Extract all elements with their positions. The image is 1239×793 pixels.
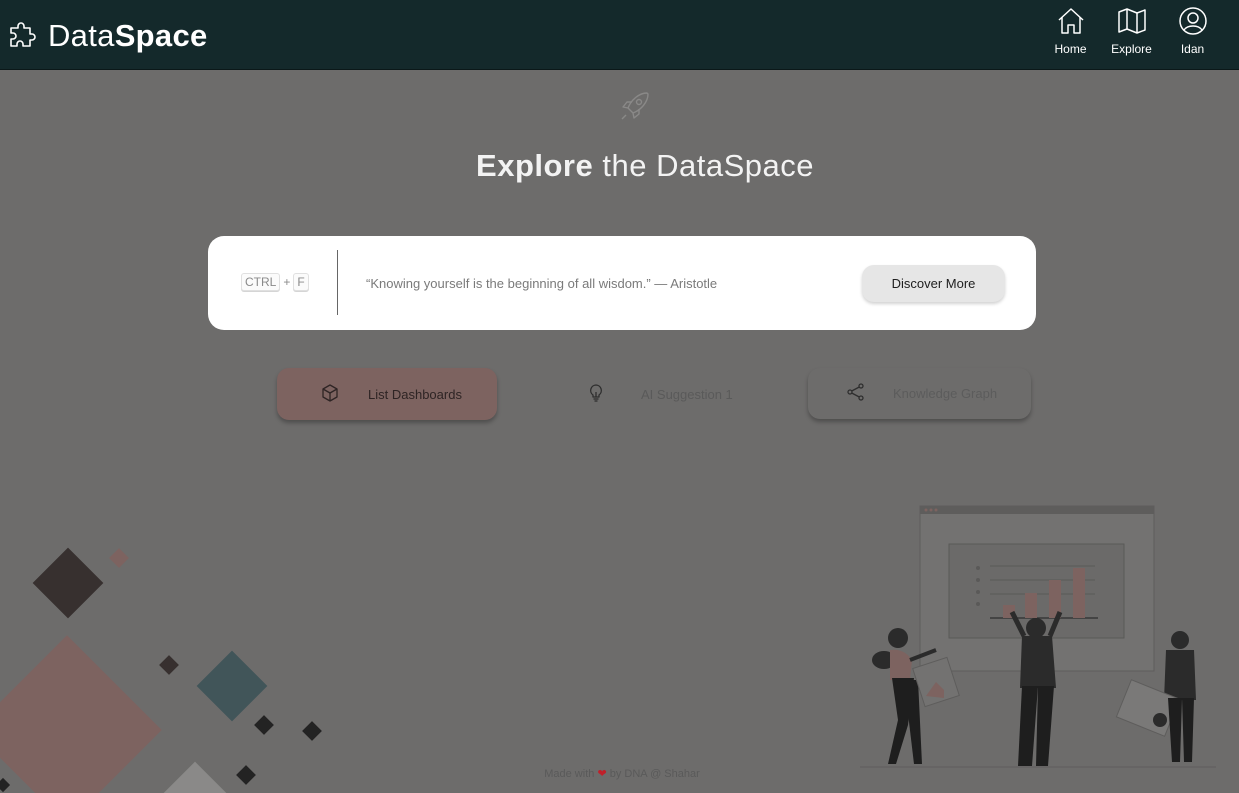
- footer-credit: Made with ❤ by DNA @ Shahar: [0, 767, 1239, 780]
- kbd-f: F: [293, 273, 309, 291]
- nav-explore-label: Explore: [1111, 42, 1152, 56]
- list-dashboards-button[interactable]: List Dashboards: [277, 368, 497, 420]
- list-dashboards-label: List Dashboards: [368, 386, 462, 402]
- cube-icon: [305, 383, 340, 406]
- search-divider: [337, 250, 338, 315]
- brand-prefix: Data: [48, 18, 115, 53]
- nav-explore[interactable]: Explore: [1101, 6, 1162, 56]
- footer-prefix: Made with: [544, 768, 595, 780]
- page-title-rest: the DataSpace: [602, 148, 814, 183]
- discover-more-button[interactable]: Discover More: [862, 265, 1005, 302]
- keyboard-shortcut: CTRL + F: [241, 273, 309, 291]
- nav-user-label: Idan: [1180, 42, 1205, 56]
- lightbulb-icon: [575, 383, 606, 406]
- page-title: Explore the DataSpace: [0, 148, 1239, 184]
- knowledge-graph-label: Knowledge Graph: [893, 386, 998, 401]
- nav-home-label: Home: [1054, 42, 1087, 56]
- share-icon: [835, 382, 866, 405]
- team-dashboard-illustration: [860, 505, 1216, 768]
- decorative-diamonds: [0, 547, 322, 793]
- knowledge-graph-button[interactable]: Knowledge Graph: [808, 368, 1031, 419]
- home-icon: [1056, 6, 1086, 42]
- kbd-ctrl: CTRL: [241, 273, 281, 291]
- ai-suggestion-button[interactable]: AI Suggestion 1: [540, 368, 780, 420]
- search-quote[interactable]: “Knowing yourself is the beginning of al…: [366, 276, 717, 291]
- search-card[interactable]: CTRL + F “Knowing yourself is the beginn…: [208, 236, 1036, 330]
- kbd-plus: +: [283, 275, 291, 289]
- ai-suggestion-label: AI Suggestion 1: [641, 386, 733, 402]
- brand-suffix: Space: [114, 18, 208, 53]
- brand-logo[interactable]: DataSpace: [8, 18, 208, 54]
- footer-suffix: by DNA @ Shahar: [609, 768, 700, 780]
- page-title-bold: Explore: [476, 148, 594, 183]
- top-navbar: DataSpace Home Explore Idan: [0, 0, 1239, 70]
- nav-home[interactable]: Home: [1040, 6, 1101, 56]
- brand-name: DataSpace: [48, 18, 208, 54]
- puzzle-icon: [8, 19, 38, 54]
- heart-icon: ❤: [597, 768, 607, 780]
- map-icon: [1117, 6, 1147, 42]
- user-icon: [1178, 6, 1208, 42]
- nav-user[interactable]: Idan: [1162, 6, 1223, 56]
- main-nav: Home Explore Idan: [1040, 6, 1223, 56]
